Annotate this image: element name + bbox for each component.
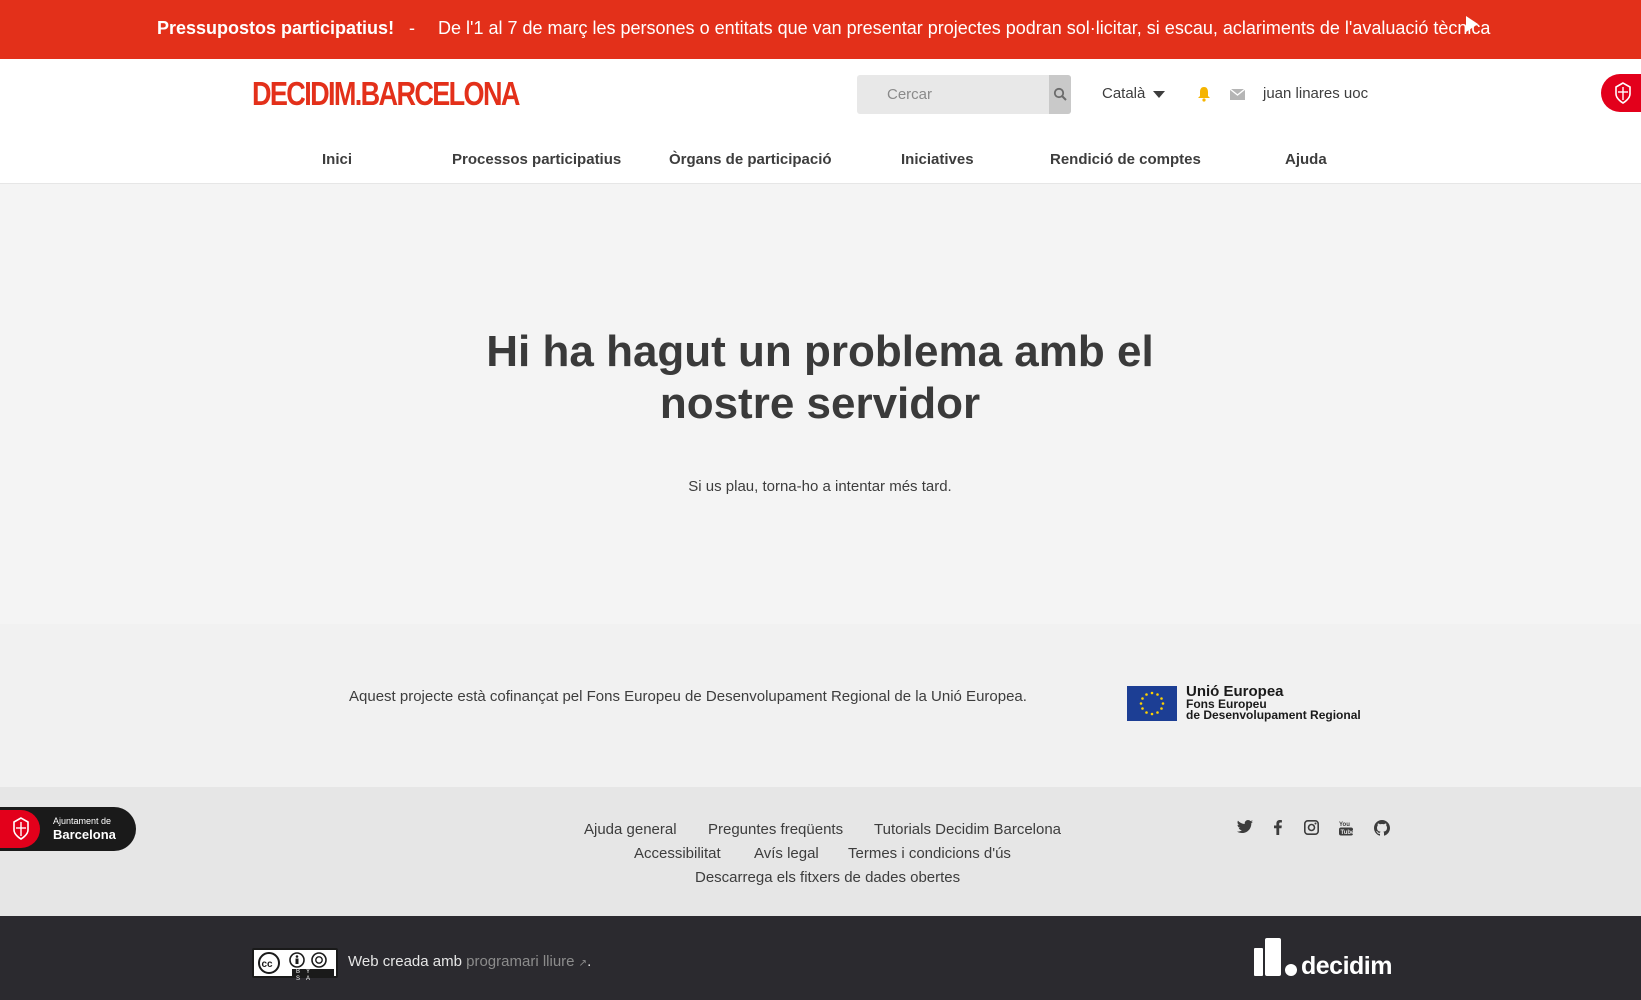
announcement-separator: - bbox=[409, 18, 415, 38]
cc-license-badge[interactable]: cc BY SA bbox=[252, 948, 338, 982]
footer-link-preguntes[interactable]: Preguntes freqüents bbox=[708, 821, 843, 838]
ajuntament-line1: Ajuntament de bbox=[53, 816, 112, 826]
decidim-logo[interactable]: decidim bbox=[1254, 938, 1392, 983]
bell-icon[interactable] bbox=[1197, 86, 1211, 102]
cc-license-label: BY SA bbox=[292, 969, 334, 982]
attribution-icon bbox=[289, 952, 305, 968]
made-with-label: Web creada amb bbox=[348, 953, 462, 970]
language-label: Català bbox=[1102, 85, 1146, 102]
search-input[interactable] bbox=[857, 75, 1047, 114]
envelope-icon[interactable] bbox=[1230, 89, 1245, 100]
github-icon[interactable] bbox=[1374, 820, 1390, 836]
made-with-text: Web creada amb programari lliure ↗. bbox=[348, 953, 591, 970]
footer-links-section: Ajuntament de Barcelona Ajuda general Pr… bbox=[0, 787, 1641, 916]
svg-text:You: You bbox=[1339, 822, 1350, 828]
announcement-message[interactable]: De l'1 al 7 de març les persones o entit… bbox=[438, 18, 1490, 39]
barcelona-shield-icon bbox=[1615, 82, 1631, 104]
facebook-icon[interactable] bbox=[1274, 820, 1282, 835]
bottom-bar: cc BY SA Web creada amb programari lliur… bbox=[0, 916, 1641, 1000]
made-with-period: . bbox=[587, 953, 592, 970]
nav-item-inici[interactable]: Inici bbox=[322, 151, 352, 168]
announcement-bar[interactable]: Pressupostos participatius! - De l'1 al … bbox=[0, 0, 1641, 59]
error-title: Hi ha hagut un problema amb el nostre se… bbox=[486, 327, 1154, 428]
play-arrow-icon[interactable] bbox=[1466, 16, 1478, 32]
decidim-mark-icon bbox=[1254, 938, 1297, 976]
funding-section: Aquest projecte està cofinançat pel Fons… bbox=[0, 624, 1641, 787]
nav-item-processos[interactable]: Processos participatius bbox=[452, 151, 621, 168]
twitter-icon[interactable] bbox=[1237, 820, 1253, 834]
eu-fund-line2: de Desenvolupament Regional bbox=[1186, 708, 1361, 722]
svg-text:cc: cc bbox=[262, 959, 274, 970]
main-navigation: Inici Processos participatius Òrgans de … bbox=[0, 151, 1641, 181]
footer-link-termes[interactable]: Termes i condicions d'ús bbox=[848, 845, 1011, 862]
decidim-wordmark: decidim bbox=[1301, 952, 1392, 980]
nav-item-rendicio[interactable]: Rendició de comptes bbox=[1050, 151, 1201, 168]
error-content: Hi ha hagut un problema amb el nostre se… bbox=[0, 184, 1641, 624]
footer-link-accessibilitat[interactable]: Accessibilitat bbox=[634, 845, 721, 862]
site-header: DECIDIM.BARCELONA Català juan linares uo… bbox=[0, 59, 1641, 184]
footer-link-avis-legal[interactable]: Avís legal bbox=[754, 845, 819, 862]
site-logo[interactable]: DECIDIM.BARCELONA bbox=[252, 75, 520, 113]
youtube-icon[interactable]: You Tube bbox=[1339, 820, 1353, 836]
ajuntament-seal bbox=[0, 810, 40, 848]
svg-text:Tube: Tube bbox=[1341, 830, 1354, 836]
search-button[interactable] bbox=[1049, 75, 1071, 114]
eu-flag-icon bbox=[1127, 686, 1177, 721]
nav-item-ajuda[interactable]: Ajuda bbox=[1285, 151, 1327, 168]
footer-link-ajuda-general[interactable]: Ajuda general bbox=[584, 821, 677, 838]
free-software-link[interactable]: programari lliure bbox=[466, 953, 574, 970]
external-link-icon: ↗ bbox=[578, 958, 588, 969]
footer-link-dades-obertes[interactable]: Descarrega els fitxers de dades obertes bbox=[695, 869, 960, 886]
error-message: Si us plau, torna-ho a intentar més tard… bbox=[688, 478, 952, 495]
creative-commons-icon: cc bbox=[258, 952, 280, 974]
search-form bbox=[857, 75, 1071, 114]
eu-stars-icon bbox=[1139, 691, 1165, 716]
instagram-icon[interactable] bbox=[1304, 820, 1319, 835]
funding-text: Aquest projecte està cofinançat pel Fons… bbox=[349, 688, 1027, 705]
user-menu[interactable]: juan linares uoc bbox=[1263, 85, 1368, 102]
barcelona-shield-icon bbox=[13, 817, 29, 840]
announcement-title[interactable]: Pressupostos participatius! bbox=[157, 18, 394, 39]
footer-link-tutorials[interactable]: Tutorials Decidim Barcelona bbox=[874, 821, 1061, 838]
ajuntament-line2: Barcelona bbox=[53, 827, 116, 842]
search-icon bbox=[1053, 87, 1067, 101]
ajuntament-logo[interactable]: Ajuntament de Barcelona bbox=[0, 807, 136, 851]
language-selector[interactable]: Català bbox=[1102, 85, 1166, 102]
nav-item-organs[interactable]: Òrgans de participació bbox=[669, 151, 832, 168]
barcelona-badge[interactable] bbox=[1601, 74, 1641, 112]
nav-item-iniciatives[interactable]: Iniciatives bbox=[901, 151, 974, 168]
share-alike-icon bbox=[311, 952, 327, 968]
caret-down-icon bbox=[1153, 90, 1166, 98]
